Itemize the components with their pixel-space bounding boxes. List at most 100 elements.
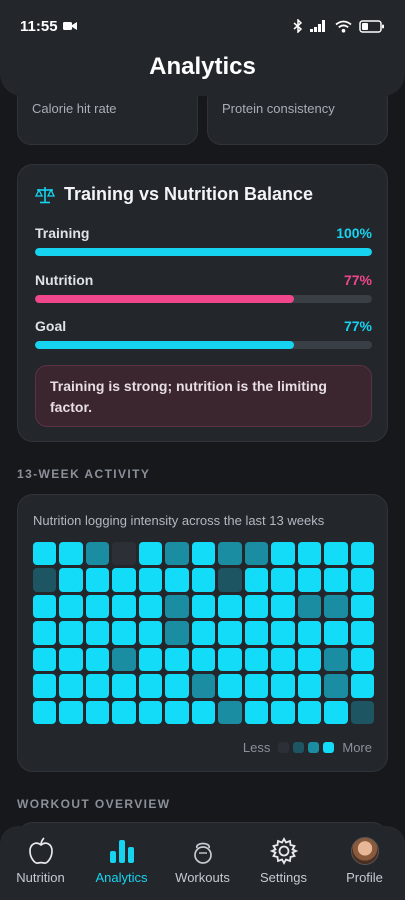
heatmap-cell xyxy=(33,647,57,672)
heatmap-cell xyxy=(324,700,348,724)
heatmap-cell xyxy=(244,674,269,698)
heatmap-cell xyxy=(33,568,57,592)
apple-icon xyxy=(28,837,53,864)
goal-label: Goal xyxy=(35,318,67,334)
nutrition-value: 77% xyxy=(343,272,372,288)
heatmap-cell xyxy=(33,542,57,566)
page-title: Analytics xyxy=(149,53,256,80)
heatmap-cell xyxy=(138,594,163,619)
heatmap-cell xyxy=(271,542,295,566)
activity-heatmap xyxy=(33,542,374,724)
activity-subtitle: Nutrition logging intensity across the l… xyxy=(33,513,325,528)
kettlebell-icon xyxy=(193,842,212,864)
insight-callout: Training is strong; nutrition is the lim… xyxy=(35,365,372,427)
nav-nutrition-label: Nutrition xyxy=(16,870,65,885)
nav-nutrition[interactable]: Nutrition xyxy=(1,836,81,885)
nutrition-track xyxy=(35,295,372,303)
heatmap-cell xyxy=(59,700,83,724)
status-time: 11:55 xyxy=(20,17,58,35)
heatmap-cell xyxy=(297,700,322,724)
training-fill xyxy=(35,248,372,256)
bluetooth-icon xyxy=(293,19,303,33)
video-camera-icon xyxy=(62,22,77,30)
heatmap-cell xyxy=(191,700,216,724)
heatmap-cell xyxy=(138,568,163,592)
legend-swatch-2 xyxy=(308,742,320,753)
nutrition-label: Nutrition xyxy=(35,272,94,288)
heatmap-cell xyxy=(59,594,83,619)
nav-profile[interactable]: Profile xyxy=(325,836,405,885)
heatmap-cell xyxy=(33,594,57,619)
battery-icon xyxy=(359,19,384,33)
heatmap-cell xyxy=(165,568,189,592)
heatmap-cell xyxy=(324,568,348,592)
legend-more-label: More xyxy=(342,740,372,755)
heatmap-cell xyxy=(165,542,189,566)
nav-analytics[interactable]: Analytics xyxy=(82,836,162,885)
heatmap-cell xyxy=(165,674,189,698)
heatmap-cell xyxy=(271,568,295,592)
nav-workouts[interactable]: Workouts xyxy=(163,836,243,885)
training-label: Training xyxy=(35,225,90,241)
heatmap-cell xyxy=(350,647,374,672)
nav-analytics-label: Analytics xyxy=(95,870,148,885)
heatmap-cell xyxy=(112,674,136,698)
heatmap-cell xyxy=(165,700,189,724)
heatmap-cell xyxy=(191,674,216,698)
heatmap-cell xyxy=(112,568,136,592)
heatmap-cell xyxy=(59,647,83,672)
activity-card: Nutrition logging intensity across the l… xyxy=(17,494,388,772)
heatmap-cell xyxy=(33,621,57,645)
heatmap-cell xyxy=(324,594,348,619)
heatmap-cell xyxy=(271,647,295,672)
heatmap-cell xyxy=(218,568,242,592)
heatmap-cell xyxy=(138,542,163,566)
heatmap-cell xyxy=(218,647,242,672)
bar-chart-icon xyxy=(109,840,134,863)
heatmap-cell xyxy=(112,700,136,724)
heatmap-cell xyxy=(85,700,110,724)
workout-section-label: WORKOUT OVERVIEW xyxy=(17,797,171,811)
protein-consistency-label: Protein consistency xyxy=(222,101,335,116)
heatmap-cell xyxy=(191,542,216,566)
legend-less-label: Less xyxy=(242,740,271,755)
nav-settings[interactable]: Settings xyxy=(244,836,324,885)
heatmap-cell xyxy=(59,568,83,592)
heatmap-cell xyxy=(350,594,374,619)
heatmap-cell xyxy=(324,674,348,698)
wifi-icon xyxy=(335,20,352,32)
legend-swatch-0 xyxy=(278,742,290,753)
bottom-nav: Nutrition Analytics Workouts Settings Pr… xyxy=(0,826,405,900)
heatmap-cell xyxy=(138,700,163,724)
status-bar: 11:55 xyxy=(20,16,385,36)
heatmap-cell xyxy=(271,674,295,698)
heatmap-cell xyxy=(350,568,374,592)
heatmap-cell xyxy=(218,674,242,698)
heatmap-cell xyxy=(191,621,216,645)
legend-swatch-3 xyxy=(323,742,335,753)
heatmap-cell xyxy=(244,621,269,645)
heatmap-cell xyxy=(297,647,322,672)
heatmap-cell xyxy=(165,647,189,672)
heatmap-cell xyxy=(85,621,110,645)
heatmap-cell xyxy=(297,674,322,698)
heatmap-cell xyxy=(85,568,110,592)
heatmap-cell xyxy=(85,674,110,698)
heatmap-cell xyxy=(271,621,295,645)
scale-icon xyxy=(35,186,55,203)
heatmap-cell xyxy=(59,674,83,698)
heatmap-cell xyxy=(138,647,163,672)
calorie-hit-rate-label: Calorie hit rate xyxy=(32,101,117,116)
legend-swatch-1 xyxy=(293,742,305,753)
heatmap-cell xyxy=(112,542,136,566)
heatmap-cell xyxy=(218,542,242,566)
heatmap-cell xyxy=(112,594,136,619)
heatmap-cell xyxy=(297,621,322,645)
avatar xyxy=(350,837,379,865)
heatmap-cell xyxy=(244,568,269,592)
heatmap-cell xyxy=(271,700,295,724)
signal-icon xyxy=(310,20,325,32)
heatmap-cell xyxy=(33,700,57,724)
heatmap-cell xyxy=(85,647,110,672)
heatmap-cell xyxy=(244,542,269,566)
